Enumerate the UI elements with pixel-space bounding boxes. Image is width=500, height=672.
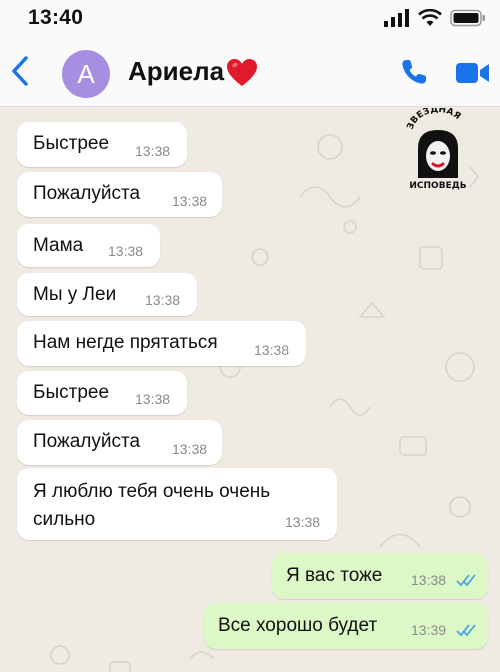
incoming-message[interactable]: Мы у Леи 13:38 [17, 273, 197, 316]
status-time: 13:40 [28, 6, 84, 29]
message-time: 13:38 [285, 514, 321, 530]
read-receipt-icon [456, 574, 476, 587]
watermark-line2: ИСПОВЕДЬ [409, 181, 466, 190]
message-time: 13:38 [145, 292, 181, 308]
outgoing-message[interactable]: Я вас тоже 13:38 [272, 553, 488, 599]
signal-icon [384, 9, 409, 27]
red-heart-icon [227, 59, 257, 86]
status-bar: 13:40 [0, 0, 500, 38]
chat-area[interactable]: Быстрее 13:38 Пожалуйста 13:38 Мама 13:3… [0, 107, 500, 672]
message-time: 13:38 [254, 342, 290, 358]
message-text: Нам негде прятаться [33, 332, 218, 353]
watermark-logo: ЗВЕЗДНАЯ ИСПОВЕДЬ [406, 108, 467, 190]
message-text: Мы у Леи [33, 284, 117, 305]
incoming-message[interactable]: Пожалуйста 13:38 [17, 172, 222, 217]
avatar-letter: A [77, 59, 95, 89]
message-text: Все хорошо будет [218, 615, 378, 636]
message-time: 13:38 [135, 143, 171, 159]
message-time: 13:39 [411, 622, 447, 638]
message-text: Мама [33, 235, 84, 256]
read-receipt-icon [456, 624, 476, 637]
message-time: 13:38 [411, 572, 447, 588]
chat-header: A Ариела [0, 38, 500, 107]
video-call-icon[interactable] [456, 62, 490, 84]
watermark-line1: ЗВЕЗДНАЯ [406, 108, 463, 131]
message-time: 13:38 [172, 193, 208, 209]
incoming-message[interactable]: Я люблю тебя очень очень сильно 13:38 [17, 468, 337, 540]
phone-call-icon[interactable] [400, 58, 428, 86]
message-text: Быстрее [33, 382, 110, 403]
message-time: 13:38 [108, 243, 144, 259]
outgoing-message[interactable]: Все хорошо будет 13:39 [204, 603, 488, 649]
wifi-icon [418, 9, 442, 26]
message-text: Пожалуйста [33, 183, 141, 204]
incoming-message[interactable]: Быстрее 13:38 [17, 371, 187, 415]
message-text: Я вас тоже [286, 565, 383, 586]
contact-name[interactable]: Ариела [128, 56, 224, 87]
incoming-message[interactable]: Мама 13:38 [17, 224, 160, 267]
incoming-message[interactable]: Нам негде прятаться 13:38 [17, 321, 306, 366]
message-text: Быстрее [33, 133, 110, 154]
incoming-message[interactable]: Быстрее 13:38 [17, 122, 187, 167]
message-text: Пожалуйста [33, 431, 141, 452]
svg-text:ЗВЕЗДНАЯ: ЗВЕЗДНАЯ [406, 108, 463, 131]
incoming-message[interactable]: Пожалуйста 13:38 [17, 420, 222, 465]
message-time: 13:38 [172, 441, 208, 457]
battery-icon [450, 9, 485, 27]
message-text: Я люблю тебя очень очень сильно [33, 481, 271, 530]
status-icons [384, 8, 486, 28]
message-time: 13:38 [135, 391, 171, 407]
back-arrow-icon[interactable] [8, 54, 32, 88]
contact-avatar[interactable]: A [62, 50, 110, 98]
